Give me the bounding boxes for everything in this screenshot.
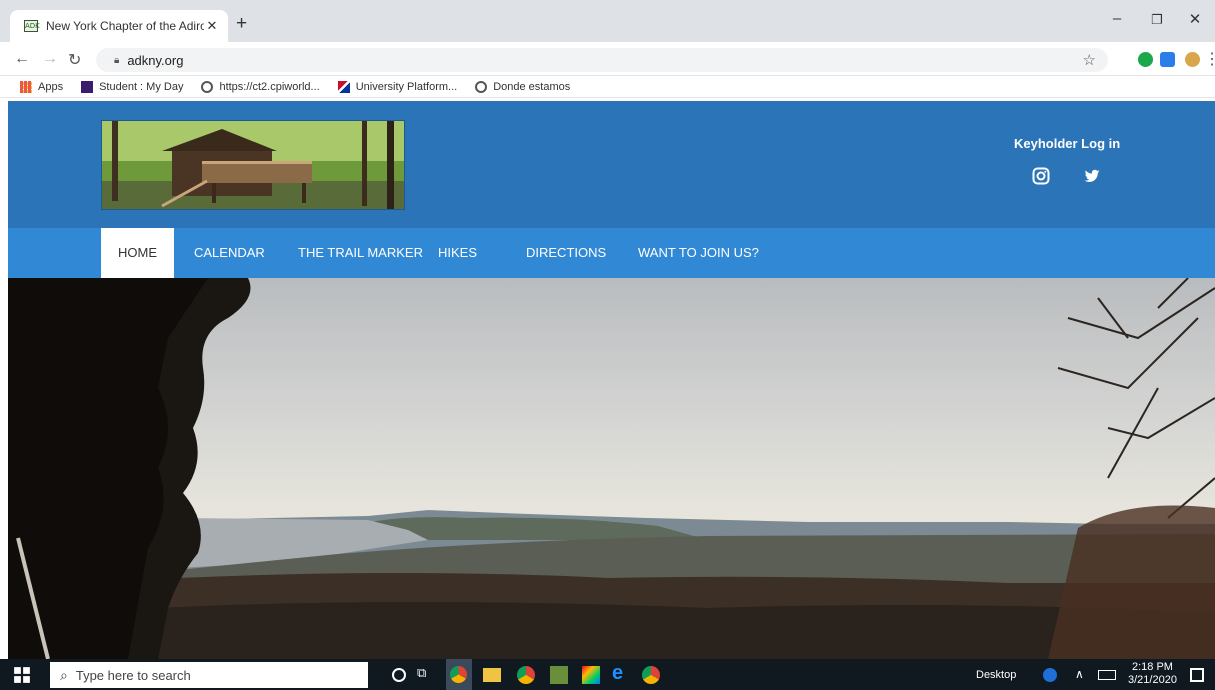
- taskbar-clock[interactable]: 2:18 PM 3/21/2020: [1128, 661, 1177, 687]
- nav-directions[interactable]: DIRECTIONS: [509, 228, 623, 278]
- restore-button[interactable]: ❐: [1137, 12, 1177, 28]
- keyholder-login-link[interactable]: Keyholder Log in: [1014, 136, 1120, 151]
- main-navigation: HOME CALENDAR THE TRAIL MARKER HIKES DIR…: [8, 228, 1215, 278]
- search-icon: ⌕: [60, 666, 68, 683]
- extension-s-icon[interactable]: [1160, 52, 1175, 67]
- globe-icon: [201, 80, 214, 93]
- cabin-logo-image[interactable]: [101, 120, 405, 210]
- url-text: adkny.org: [127, 52, 184, 68]
- bookmark-label: https://ct2.cpiworld...: [219, 80, 320, 93]
- browser-tab[interactable]: ADK New York Chapter of the Adirond ✕: [10, 10, 228, 42]
- menu-dots-icon[interactable]: ⋮: [1204, 49, 1215, 69]
- minimize-button[interactable]: –: [1097, 10, 1137, 27]
- new-tab-button[interactable]: +: [236, 14, 247, 34]
- bookmark-apps[interactable]: Apps: [20, 80, 64, 93]
- hero-landscape-image: [8, 278, 1215, 659]
- cortana-icon[interactable]: [392, 668, 406, 682]
- apps-grid-icon: [20, 80, 32, 93]
- bookmark-label: Apps: [38, 80, 64, 93]
- flag-icon: [337, 80, 350, 93]
- file-explorer-icon[interactable]: [483, 668, 501, 682]
- student-app-icon: [81, 80, 94, 93]
- taskbar-search-box[interactable]: ⌕ Type here to search: [50, 662, 368, 688]
- chrome-taskbar-icon[interactable]: [446, 659, 472, 690]
- grammarly-extension-icon[interactable]: [1138, 52, 1153, 67]
- twitter-icon[interactable]: [1083, 167, 1101, 185]
- address-bar[interactable]: 🔒︎ adkny.org ☆: [96, 48, 1108, 72]
- chrome-canary-icon[interactable]: [642, 666, 660, 684]
- forward-arrow-icon[interactable]: →: [42, 50, 58, 68]
- close-window-button[interactable]: ✕: [1175, 10, 1215, 28]
- nav-hikes[interactable]: HIKES: [421, 228, 494, 278]
- screen: ADK New York Chapter of the Adirond ✕ + …: [0, 0, 1215, 690]
- desktop-toolbar-label[interactable]: Desktop: [976, 669, 1016, 681]
- reload-icon[interactable]: ↻: [68, 50, 81, 70]
- bookmark-label: Student : My Day: [99, 80, 184, 93]
- close-tab-icon[interactable]: ✕: [204, 18, 220, 34]
- nav-calendar[interactable]: CALENDAR: [177, 228, 282, 278]
- action-center-icon[interactable]: [1190, 668, 1204, 682]
- bookmarks-bar: Apps Student : My Day https://ct2.cpiwor…: [0, 76, 1215, 98]
- site-header: Keyholder Log in: [8, 101, 1215, 228]
- nav-want-to-join-us[interactable]: WANT TO JOIN US?: [621, 228, 776, 278]
- minecraft-icon[interactable]: [550, 666, 568, 684]
- task-view-icon[interactable]: ⧉: [417, 665, 435, 683]
- bookmark-university-platform[interactable]: University Platform...: [337, 80, 458, 93]
- nav-the-trail-marker[interactable]: THE TRAIL MARKER: [281, 228, 440, 278]
- keyboard-icon[interactable]: [1098, 670, 1116, 680]
- bookmark-star-icon[interactable]: ☆: [1083, 51, 1096, 69]
- instagram-icon[interactable]: [1032, 167, 1050, 185]
- profile-avatar[interactable]: [1185, 52, 1200, 67]
- bookmark-label: University Platform...: [355, 80, 458, 93]
- nav-home[interactable]: HOME: [101, 228, 174, 278]
- tab-title: New York Chapter of the Adirond: [46, 19, 204, 33]
- browser-toolbar: ← → ↻ 🔒︎ adkny.org ☆ ⋮: [0, 42, 1215, 76]
- search-placeholder: Type here to search: [75, 667, 191, 683]
- globe-icon: [475, 80, 488, 93]
- chrome-icon[interactable]: [517, 666, 535, 684]
- app-color-icon[interactable]: [582, 666, 600, 684]
- windows-taskbar: ⌕ Type here to search ⧉ e Desktop ∧ 2:18…: [0, 659, 1215, 690]
- bookmark-label: Donde estamos: [493, 80, 571, 93]
- windows-start-icon[interactable]: [13, 666, 31, 684]
- clock-date: 3/21/2020: [1128, 674, 1177, 686]
- show-hidden-icons-chevron[interactable]: ∧: [1075, 667, 1093, 685]
- bookmark-donde-estamos[interactable]: Donde estamos: [475, 80, 571, 93]
- bookmark-student-my-day[interactable]: Student : My Day: [81, 80, 184, 93]
- edge-icon[interactable]: e: [612, 662, 630, 684]
- bookmark-cpiworld[interactable]: https://ct2.cpiworld...: [201, 80, 320, 93]
- clock-time: 2:18 PM: [1131, 661, 1173, 673]
- lock-icon: 🔒︎: [114, 54, 120, 66]
- back-arrow-icon[interactable]: ←: [14, 50, 30, 68]
- notification-alert-icon[interactable]: [1043, 668, 1057, 682]
- browser-tab-strip: ADK New York Chapter of the Adirond ✕ + …: [0, 0, 1215, 42]
- adk-favicon-icon: ADK: [24, 20, 40, 32]
